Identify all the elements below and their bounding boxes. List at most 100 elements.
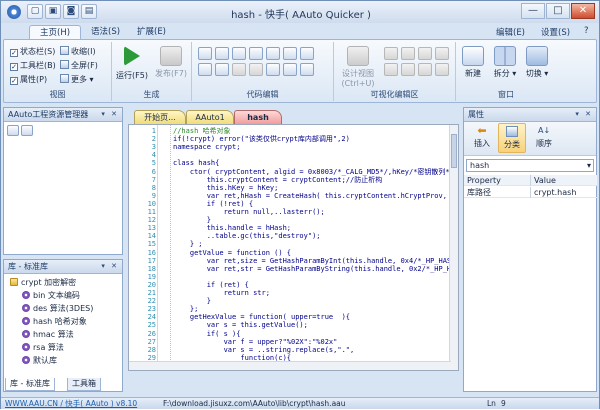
paste-icon[interactable] <box>232 47 246 60</box>
align-top-icon[interactable] <box>435 47 449 60</box>
group-window: 新建 拆分 ▾ 切换 ▾ 窗口 <box>456 42 556 101</box>
categorized-button[interactable]: 分类 <box>498 123 526 153</box>
library-tree-item[interactable]: crypt 加密解密 <box>10 277 76 289</box>
sort-order-button[interactable]: A↓ 顺序 <box>530 125 558 149</box>
same-width-icon[interactable] <box>384 63 398 76</box>
cursor-line-label: Ln <box>487 399 496 408</box>
close-button[interactable]: ✕ <box>571 3 595 19</box>
main-window: ▢ ▣ ◙ ▤ hash - 快手( AAuto Quicker ) — □ ✕… <box>0 0 600 409</box>
tab-home[interactable]: 主页(H) <box>29 25 82 39</box>
menu-edit[interactable]: 编辑(E) <box>496 26 525 38</box>
project-open-icon[interactable] <box>21 125 33 136</box>
outdent-icon[interactable] <box>215 63 229 76</box>
tab-start-page[interactable]: 开始页... <box>134 110 186 124</box>
publish-button[interactable]: 发布(F7) <box>152 46 190 79</box>
toggle-properties[interactable]: ✓ 属性(P) <box>10 74 47 85</box>
tab-hash[interactable]: hash <box>234 110 282 124</box>
title-bar: ▢ ▣ ◙ ▤ hash - 快手( AAuto Quicker ) — □ ✕ <box>1 1 599 23</box>
cut-icon[interactable] <box>198 47 212 60</box>
tab-library[interactable]: 库 - 标准库 <box>5 378 55 391</box>
fullscreen-button[interactable]: 全屏(F) <box>60 60 98 71</box>
library-tree-label: bin 文本编码 <box>33 291 80 300</box>
panel-pin-close-icon[interactable]: ▾ ✕ <box>101 260 119 273</box>
collapse-button[interactable]: 收缩(I) <box>60 46 96 57</box>
help-icon[interactable]: ? <box>584 26 589 36</box>
insert-button[interactable]: ⬅ 插入 <box>468 125 496 149</box>
maximize-button[interactable]: □ <box>546 3 570 19</box>
copy-icon[interactable] <box>215 47 229 60</box>
find-icon[interactable] <box>249 47 263 60</box>
code-editor[interactable]: 1//hash 哈希对象 2 if(!crypt) error("该类仅供crypt… <box>128 124 459 371</box>
object-selector[interactable]: hash ▾ <box>466 159 594 172</box>
library-tree-item[interactable]: des 算法(3DES) <box>22 303 93 315</box>
run-button[interactable]: 运行(F5) <box>116 46 148 81</box>
more-icon <box>60 74 69 83</box>
website-link[interactable]: WWW.AAU.CN / 快手( AAuto ) v8.10 <box>5 398 137 410</box>
comment-icon[interactable] <box>266 63 280 76</box>
switch-window-icon <box>526 46 548 66</box>
panel-pin-close-icon[interactable]: ▾ ✕ <box>101 108 119 121</box>
goto-icon[interactable] <box>283 47 297 60</box>
indent-icon[interactable] <box>198 63 212 76</box>
property-row[interactable]: 库路径 crypt.hash <box>464 187 597 198</box>
project-new-icon[interactable] <box>7 125 19 136</box>
bookmark-icon[interactable] <box>300 47 314 60</box>
uncomment-icon[interactable] <box>283 63 297 76</box>
group-label-view: 视图 <box>49 90 66 99</box>
toggle-toolbar[interactable]: ✓ 工具栏(B) <box>10 60 56 71</box>
format-icon[interactable] <box>300 63 314 76</box>
group-view: ✓ 状态栏(S) ✓ 工具栏(B) ✓ 属性(P) 收缩(I) 全屏(F) 更多 ▾ … <box>4 42 112 101</box>
align-left-icon[interactable] <box>384 47 398 60</box>
menu-settings[interactable]: 设置(S) <box>541 26 570 38</box>
vertical-scrollbar[interactable] <box>449 125 458 370</box>
panel-pin-close-icon[interactable]: ▾ ✕ <box>575 108 593 121</box>
tab-toolbox[interactable]: 工具箱 <box>67 378 101 391</box>
undo-icon[interactable] <box>232 63 246 76</box>
library-tree-label: des 算法(3DES) <box>33 304 94 313</box>
library-header: 库 - 标准库 ▾ ✕ <box>4 260 122 274</box>
group-code-edit: 代码编辑 <box>192 42 334 101</box>
window-title: hash - 快手( AAuto Quicker ) <box>231 10 371 21</box>
split-button[interactable]: 拆分 ▾ <box>490 46 520 79</box>
property-name: 库路径 <box>467 188 491 197</box>
categorized-icon <box>506 126 518 137</box>
design-view-button[interactable]: 设计视图 (Ctrl+U) <box>338 46 378 88</box>
design-view-icon <box>347 46 369 66</box>
library-tree-item[interactable]: bin 文本编码 <box>22 290 80 302</box>
tab-extensions[interactable]: 扩展(E) <box>127 25 176 39</box>
tab-order-icon[interactable] <box>418 63 432 76</box>
scrollbar-thumb[interactable] <box>451 134 457 168</box>
library-tree-item[interactable]: 默认库 <box>22 355 57 367</box>
library-tree-label: hash 哈希对象 <box>33 317 87 326</box>
toggle-statusbar[interactable]: ✓ 状态栏(S) <box>10 46 55 57</box>
tab-aauto1[interactable]: AAuto1 <box>186 110 234 124</box>
editor-tab-strip: 开始页... AAuto1 hash <box>128 110 458 124</box>
folder-icon <box>10 278 18 286</box>
grid-icon[interactable] <box>435 63 449 76</box>
module-icon <box>22 356 30 364</box>
properties-title: 属性 <box>468 110 484 119</box>
library-title: 库 - 标准库 <box>8 262 48 271</box>
switch-button[interactable]: 切换 ▾ <box>522 46 552 79</box>
column-value: Value <box>530 175 556 186</box>
more-button[interactable]: 更多 ▾ <box>60 74 94 85</box>
align-center-icon[interactable] <box>401 47 415 60</box>
library-tree-item[interactable]: rsa 算法 <box>22 342 64 354</box>
align-right-icon[interactable] <box>418 47 432 60</box>
horizontal-scrollbar[interactable] <box>129 361 451 370</box>
properties-toolbar: ⬅ 插入 分类 A↓ 顺序 <box>464 122 596 156</box>
same-height-icon[interactable] <box>401 63 415 76</box>
library-tree-item[interactable]: hmac 算法 <box>22 329 74 341</box>
split-icon <box>494 46 516 66</box>
new-window-button[interactable]: 新建 <box>458 46 488 79</box>
project-toolbar <box>7 125 33 136</box>
file-path: F:\download.jisuxz.com\AAuto\lib\crypt\h… <box>163 399 346 408</box>
library-tree-item[interactable]: hash 哈希对象 <box>22 316 87 328</box>
property-grid-header: Property Value <box>464 175 597 186</box>
project-explorer-panel: AAuto工程资源管理器 ▾ ✕ <box>3 107 123 255</box>
replace-icon[interactable] <box>266 47 280 60</box>
library-tree-label: hmac 算法 <box>33 330 74 339</box>
minimize-button[interactable]: — <box>521 3 545 19</box>
tab-syntax[interactable]: 语法(S) <box>81 25 130 39</box>
redo-icon[interactable] <box>249 63 263 76</box>
